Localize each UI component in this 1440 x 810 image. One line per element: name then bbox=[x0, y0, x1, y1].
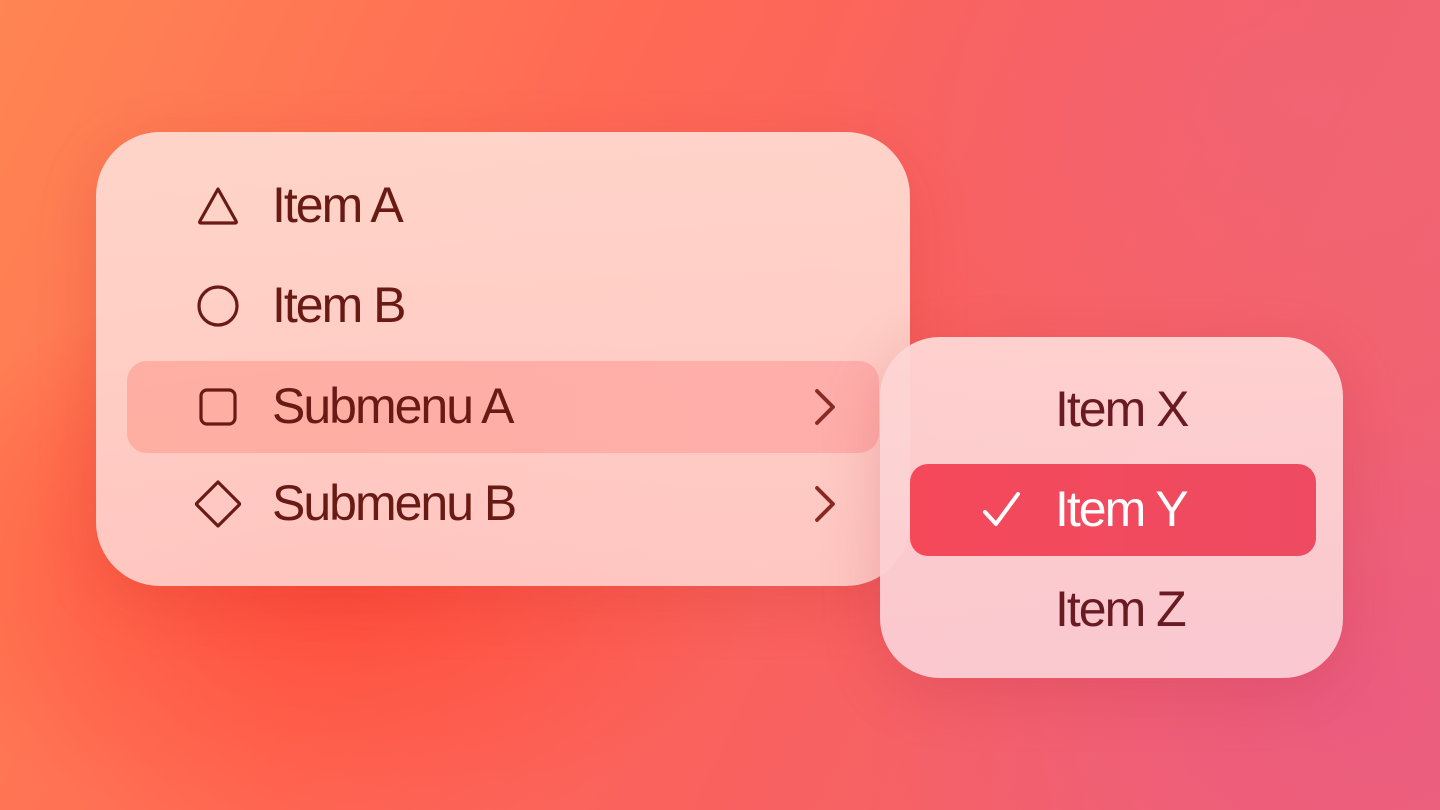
submenu-item-label: Item X bbox=[1055, 380, 1189, 437]
circle-icon bbox=[193, 281, 243, 331]
checkmark-icon bbox=[980, 488, 1024, 532]
submenu-item-label: Item Z bbox=[1055, 580, 1187, 637]
triangle-icon bbox=[193, 181, 243, 231]
context-menu: Item A Item B Submenu A Submenu B bbox=[96, 132, 910, 586]
submenu-item-x[interactable]: Item X bbox=[910, 364, 1316, 456]
menu-item-label: Item B bbox=[272, 276, 406, 333]
menu-item-b[interactable]: Item B bbox=[127, 260, 879, 352]
menu-item-label: Submenu B bbox=[272, 474, 517, 531]
menu-item-submenu-a[interactable]: Submenu A bbox=[127, 361, 879, 453]
submenu-item-z[interactable]: Item Z bbox=[910, 564, 1316, 656]
menu-item-a[interactable]: Item A bbox=[127, 160, 879, 252]
submenu-item-label: Item Y bbox=[1055, 480, 1189, 537]
square-icon bbox=[193, 382, 243, 432]
menu-item-submenu-b[interactable]: Submenu B bbox=[127, 458, 879, 550]
submenu: Item X Item Y Item Z bbox=[880, 337, 1343, 678]
submenu-item-y[interactable]: Item Y bbox=[910, 464, 1316, 556]
chevron-right-icon bbox=[807, 480, 843, 528]
chevron-right-icon bbox=[807, 383, 843, 431]
menu-item-label: Item A bbox=[272, 176, 404, 233]
menu-item-label: Submenu A bbox=[272, 377, 515, 434]
diamond-icon bbox=[193, 479, 243, 529]
